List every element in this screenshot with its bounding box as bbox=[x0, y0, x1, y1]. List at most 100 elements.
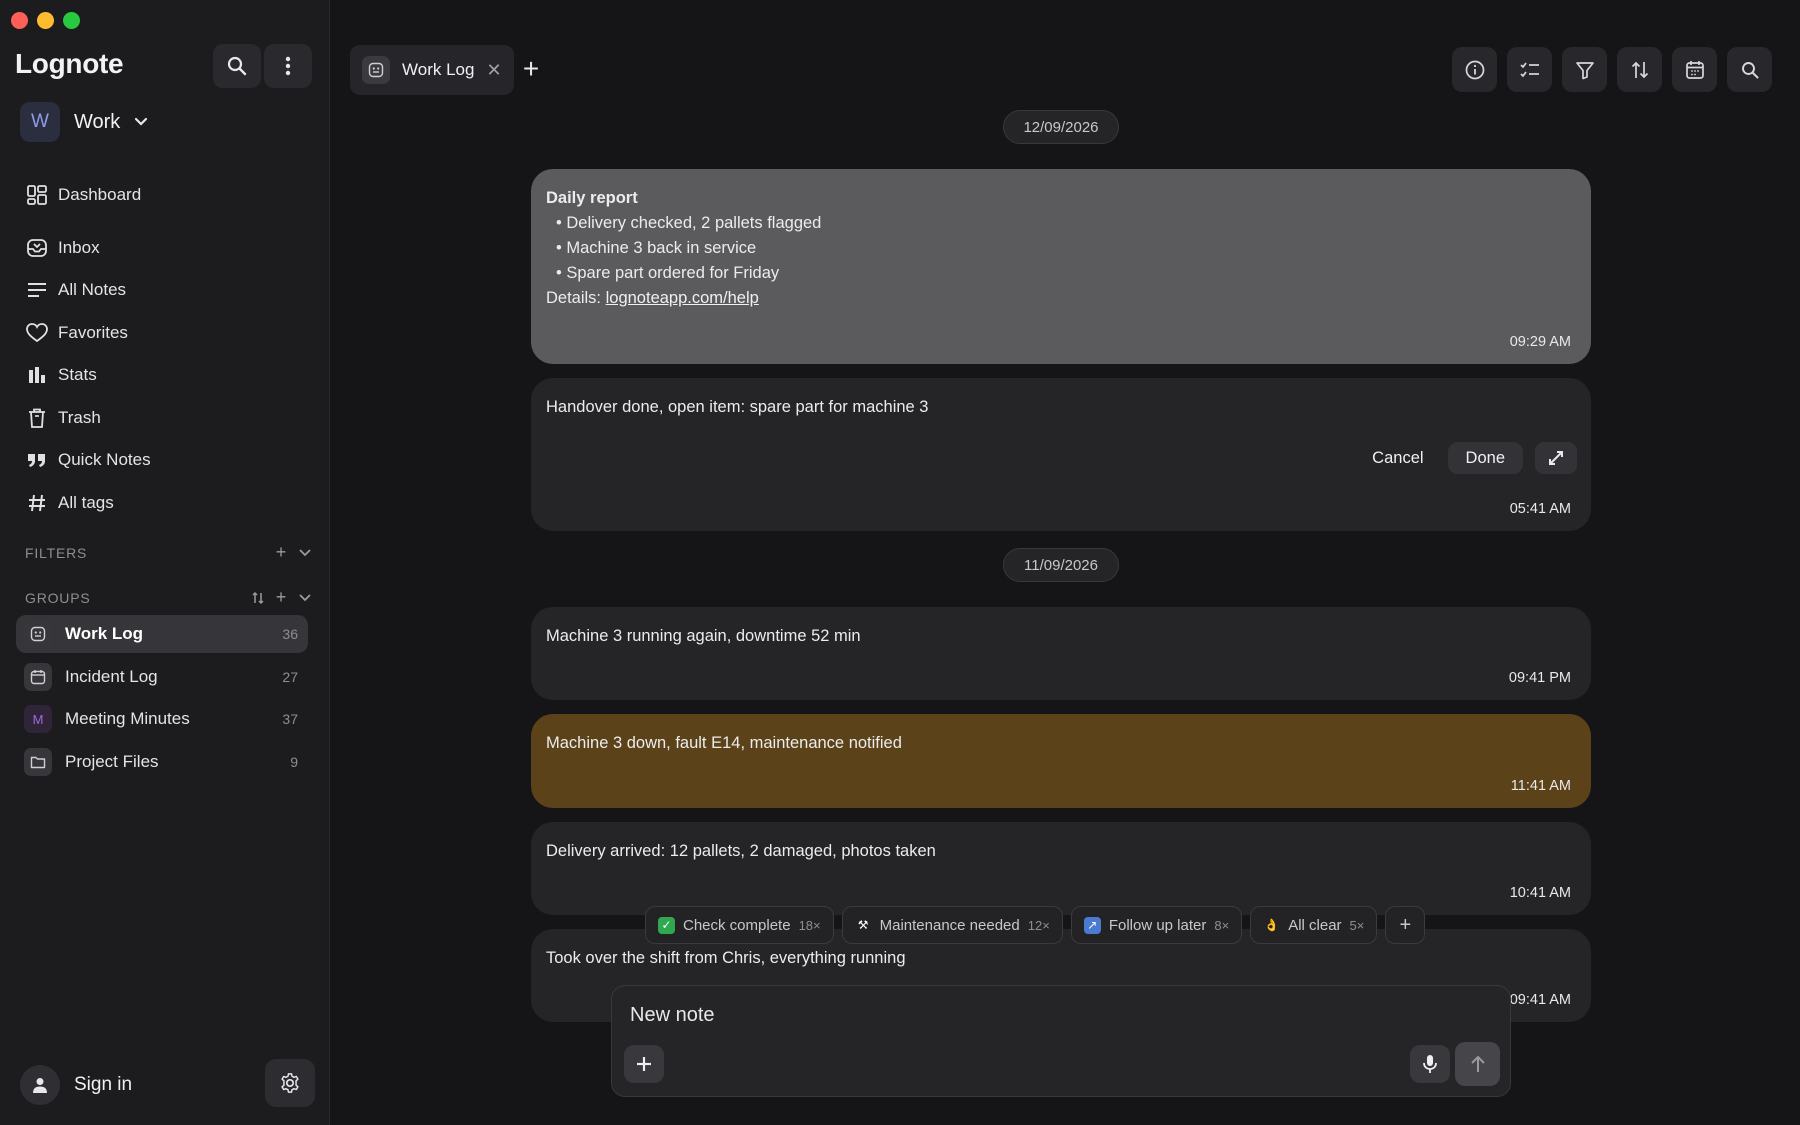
settings-button[interactable] bbox=[265, 1059, 315, 1107]
lines-icon bbox=[26, 279, 48, 301]
group-label: Project Files bbox=[65, 751, 159, 771]
date-separator: 11/09/2026 bbox=[1003, 548, 1119, 582]
nav-favorites[interactable]: Favorites bbox=[22, 312, 312, 355]
attach-button[interactable] bbox=[624, 1045, 664, 1083]
quick-tag-count: 18× bbox=[798, 917, 821, 933]
send-button[interactable] bbox=[1455, 1042, 1500, 1086]
minimize-window-button[interactable] bbox=[37, 12, 54, 29]
nav-stats[interactable]: Stats bbox=[22, 354, 312, 397]
note-text[interactable]: Handover done, open item: spare part for… bbox=[546, 395, 1576, 420]
note-card[interactable]: Daily report • Delivery checked, 2 palle… bbox=[531, 169, 1591, 364]
quick-tag-follow-up-later[interactable]: ↗ Follow up later 8× bbox=[1070, 906, 1243, 944]
search-notes-button[interactable] bbox=[1727, 47, 1772, 92]
note-card[interactable]: Delivery arrived: 12 pallets, 2 damaged,… bbox=[531, 822, 1591, 915]
maximize-window-button[interactable] bbox=[63, 12, 80, 29]
nav-trash[interactable]: Trash bbox=[22, 397, 312, 440]
quick-tag-count: 8× bbox=[1214, 917, 1230, 933]
new-tab-button[interactable]: + bbox=[518, 53, 544, 84]
group-item-incident-log[interactable]: Incident Log 27 bbox=[16, 658, 308, 696]
cancel-button[interactable]: Cancel bbox=[1360, 449, 1435, 468]
details-link[interactable]: lognoteapp.com/help bbox=[606, 289, 759, 307]
nav-label: Dashboard bbox=[58, 185, 142, 205]
note-text: Machine 3 running again, downtime 52 min bbox=[546, 627, 861, 645]
group-initial: M bbox=[24, 705, 52, 733]
quick-tag-all-clear[interactable]: 👌 All clear 5× bbox=[1250, 906, 1378, 944]
done-button[interactable]: Done bbox=[1447, 442, 1523, 474]
chevron-down-icon[interactable] bbox=[299, 548, 311, 557]
nav-dashboard[interactable]: Dashboard bbox=[22, 174, 312, 217]
robot-icon bbox=[24, 620, 52, 648]
expand-icon bbox=[1549, 451, 1563, 465]
arrow-up-icon bbox=[1470, 1055, 1485, 1072]
info-button[interactable] bbox=[1452, 47, 1497, 92]
workspace-switcher[interactable]: W Work bbox=[20, 102, 148, 142]
note-time: 10:41 AM bbox=[1509, 885, 1571, 901]
dashboard-icon bbox=[26, 184, 48, 206]
group-count: 36 bbox=[282, 626, 298, 642]
calendar-button[interactable] bbox=[1672, 47, 1717, 92]
voice-input-button[interactable] bbox=[1410, 1045, 1450, 1083]
group-count: 9 bbox=[290, 753, 298, 770]
filter-icon bbox=[1575, 61, 1594, 79]
note-card[interactable]: Machine 3 running again, downtime 52 min… bbox=[531, 607, 1591, 700]
close-window-button[interactable] bbox=[11, 12, 28, 29]
quick-tag-count: 12× bbox=[1027, 917, 1050, 933]
nav-label: Quick Notes bbox=[58, 450, 151, 470]
note-composer bbox=[611, 985, 1511, 1097]
gear-icon bbox=[281, 1073, 299, 1093]
group-label: Meeting Minutes bbox=[65, 709, 190, 728]
group-item-project-files[interactable]: Project Files 9 bbox=[16, 743, 308, 781]
sidebar-search-button[interactable] bbox=[213, 44, 261, 88]
note-bullet: • Delivery checked, 2 pallets flagged bbox=[556, 214, 822, 232]
sign-in-button[interactable]: Sign in bbox=[20, 1065, 132, 1105]
edit-actions: Cancel Done bbox=[1360, 442, 1577, 474]
search-icon bbox=[227, 56, 247, 76]
note-title: Daily report bbox=[546, 189, 638, 207]
robot-icon bbox=[362, 56, 390, 84]
sidebar-more-button[interactable] bbox=[264, 44, 312, 88]
note-bullet: • Machine 3 back in service bbox=[556, 239, 757, 257]
sort-icon[interactable] bbox=[252, 591, 264, 605]
note-card[interactable]: Machine 3 down, fault E14, maintenance n… bbox=[531, 714, 1591, 808]
group-count: 37 bbox=[282, 711, 298, 727]
new-note-input[interactable] bbox=[630, 1004, 1330, 1027]
quick-tag-maintenance-needed[interactable]: ⚒ Maintenance needed 12× bbox=[841, 906, 1063, 944]
note-time: 11:41 AM bbox=[1510, 778, 1571, 794]
quick-tag-label: All clear bbox=[1288, 916, 1342, 934]
filter-button[interactable] bbox=[1562, 47, 1607, 92]
expand-button[interactable] bbox=[1535, 442, 1577, 474]
filters-section-header: FILTERS + bbox=[25, 542, 311, 563]
calendar-icon bbox=[1685, 60, 1704, 79]
bullet-text: Spare part ordered for Friday bbox=[566, 264, 780, 282]
add-filter-button[interactable]: + bbox=[276, 542, 287, 563]
close-tab-icon[interactable]: ✕ bbox=[486, 60, 501, 81]
sort-button[interactable] bbox=[1617, 47, 1662, 92]
nav-label: All Notes bbox=[58, 280, 127, 300]
note-details: Details: lognoteapp.com/help bbox=[546, 286, 1576, 311]
hash-icon bbox=[26, 492, 48, 514]
nav-quick-notes[interactable]: Quick Notes bbox=[22, 439, 312, 482]
quote-icon bbox=[26, 449, 48, 471]
add-group-button[interactable]: + bbox=[276, 587, 287, 608]
microphone-icon bbox=[1423, 1055, 1437, 1073]
nav-all-notes[interactable]: All Notes bbox=[22, 269, 312, 312]
folder-icon bbox=[24, 747, 52, 776]
quick-tag-check-complete[interactable]: ✓ Check complete 18× bbox=[645, 906, 834, 944]
quick-tag-label: Check complete bbox=[683, 916, 791, 934]
group-item-work-log[interactable]: Work Log 36 bbox=[16, 615, 308, 653]
bullet-text: Machine 3 back in service bbox=[566, 239, 757, 257]
note-card-editing[interactable]: Handover done, open item: spare part for… bbox=[531, 378, 1591, 531]
user-icon bbox=[20, 1065, 60, 1105]
group-item-meeting-minutes[interactable]: M Meeting Minutes 37 bbox=[16, 700, 308, 738]
tab-work-log[interactable]: Work Log ✕ bbox=[350, 45, 514, 95]
nav-all-tags[interactable]: All tags bbox=[22, 482, 312, 525]
note-bullet: • Spare part ordered for Friday bbox=[556, 264, 780, 282]
workspace-name: Work bbox=[74, 110, 121, 133]
chevron-down-icon[interactable] bbox=[299, 593, 311, 602]
inbox-icon bbox=[26, 237, 48, 259]
section-title: GROUPS bbox=[25, 589, 91, 606]
add-quick-tag-button[interactable]: + bbox=[1385, 906, 1426, 944]
nav-inbox[interactable]: Inbox bbox=[22, 227, 312, 270]
tasks-button[interactable] bbox=[1507, 47, 1552, 92]
toolbar bbox=[1452, 47, 1772, 92]
